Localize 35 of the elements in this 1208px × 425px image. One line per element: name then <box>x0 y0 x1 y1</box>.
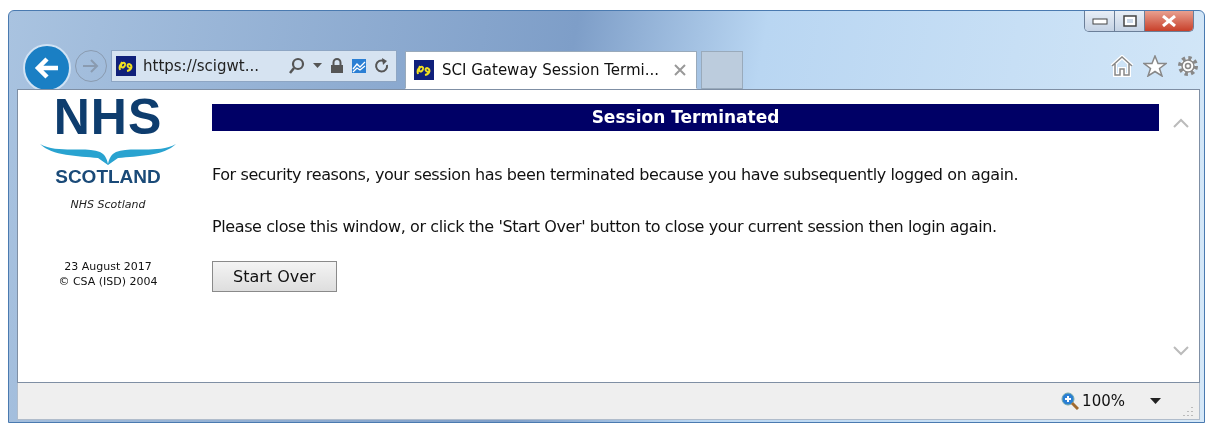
site-favicon-icon <box>116 56 136 76</box>
close-tab-icon[interactable] <box>674 64 686 76</box>
lock-icon <box>330 58 344 74</box>
start-over-button[interactable]: Start Over <box>212 261 337 292</box>
date-text: 23 August 2017 <box>64 259 152 274</box>
site-favicon-icon <box>414 60 434 80</box>
star-icon[interactable] <box>1143 55 1167 77</box>
maximize-button[interactable] <box>1115 11 1145 31</box>
settings-icon[interactable] <box>1176 54 1200 78</box>
zoom-icon[interactable] <box>1061 392 1080 410</box>
message-text: For security reasons, your session has been terminated because you have subsequently logged on again. <box>212 165 1020 185</box>
zoom-level[interactable]: 100% <box>1082 392 1125 410</box>
zoom-dropdown-icon[interactable] <box>1150 397 1162 405</box>
minimize-icon <box>1091 17 1108 25</box>
compatibility-view-icon[interactable] <box>351 58 367 74</box>
url-text: https://scigwt... <box>143 57 260 75</box>
close-button[interactable] <box>1145 11 1193 31</box>
browser-tab[interactable]: SCI Gateway Session Termi... <box>405 51 697 89</box>
close-icon <box>1161 15 1177 27</box>
refresh-icon[interactable] <box>374 58 390 74</box>
forward-arrow-icon <box>82 58 100 74</box>
home-icon[interactable] <box>1110 55 1134 77</box>
copyright-text: © CSA (ISD) 2004 <box>58 274 158 289</box>
nhs-scotland-logo: NHS SCOTLAND <box>38 94 178 188</box>
logo-caption: NHS Scotland <box>70 198 146 211</box>
back-arrow-icon <box>34 57 60 79</box>
resize-grip-icon[interactable] <box>1183 406 1193 416</box>
back-button[interactable] <box>23 44 71 92</box>
dropdown-caret-icon[interactable] <box>313 63 323 69</box>
page-heading: Session Terminated <box>212 104 1159 131</box>
message-text: Please close this window, or click the 'Start Over' button to close your current session then login again. <box>212 217 998 237</box>
search-icon[interactable] <box>288 57 306 75</box>
address-bar[interactable]: https://scigwt... <box>111 50 397 82</box>
maximize-icon <box>1122 15 1137 27</box>
minimize-button[interactable] <box>1085 11 1115 31</box>
